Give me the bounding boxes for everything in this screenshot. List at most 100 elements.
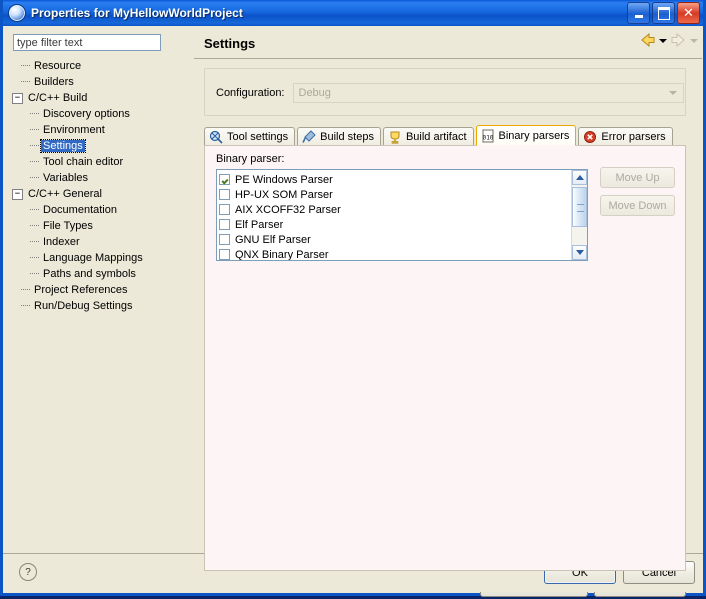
parser-label: GNU Elf Parser	[235, 234, 311, 246]
tree-item-settings[interactable]: Settings	[12, 138, 188, 154]
tab-error-parsers[interactable]: Error parsers	[578, 127, 672, 146]
parser-checkbox[interactable]	[219, 174, 230, 185]
restore-button[interactable]	[652, 2, 675, 24]
parser-list-item[interactable]: GNU Elf Parser	[219, 232, 571, 247]
help-icon[interactable]: ?	[19, 563, 37, 581]
tree-item-tool-chain-editor[interactable]: Tool chain editor	[12, 154, 188, 170]
minimize-button[interactable]	[627, 2, 650, 24]
parser-label: QNX Binary Parser	[235, 249, 329, 261]
tree-branch-line	[21, 289, 30, 291]
tree-item-discovery-options[interactable]: Discovery options	[12, 106, 188, 122]
tab-label: Error parsers	[601, 131, 665, 143]
scroll-up-button[interactable]	[572, 170, 587, 185]
tree-branch-line	[30, 209, 39, 211]
tree-branch-line	[30, 145, 39, 147]
parser-checkbox[interactable]	[219, 189, 230, 200]
tab-label: Tool settings	[227, 131, 288, 143]
tree-item-label: Run/Debug Settings	[32, 300, 134, 312]
configuration-group: Configuration: Debug	[204, 68, 686, 116]
move-buttons: Move Up Move Down	[600, 167, 675, 223]
tree-item-documentation[interactable]: Documentation	[12, 202, 188, 218]
close-icon: ✕	[683, 8, 694, 19]
tree-collapse-icon[interactable]: −	[12, 189, 23, 200]
tab-tool-settings[interactable]: Tool settings	[204, 127, 295, 146]
scroll-down-button[interactable]	[572, 245, 587, 260]
dialog-body: type filter text Resource Builders −C/C++ …	[3, 26, 703, 593]
back-arrow-icon[interactable]	[639, 32, 656, 48]
parser-label: Elf Parser	[235, 219, 283, 231]
filter-input[interactable]: type filter text	[13, 34, 161, 51]
scrollbar-thumb[interactable]	[572, 187, 587, 227]
page-title: Settings	[204, 36, 255, 51]
tree-item-project-references[interactable]: Project References	[12, 282, 188, 298]
tree-item-environment[interactable]: Environment	[12, 122, 188, 138]
back-history-caret-icon[interactable]	[659, 39, 667, 43]
forward-history-caret-icon	[690, 39, 698, 43]
scroll-down-icon	[576, 250, 584, 255]
tree-branch-line	[30, 273, 39, 275]
binary-parser-label: Binary parser:	[216, 153, 284, 165]
move-up-button[interactable]: Move Up	[600, 167, 675, 188]
build-artifact-icon	[388, 130, 402, 144]
tab-build-steps[interactable]: Build steps	[297, 127, 381, 146]
tree-item-builders[interactable]: Builders	[12, 74, 188, 90]
window-controls: ✕	[627, 2, 700, 24]
tree-branch-line	[30, 113, 39, 115]
binary-parsers-panel: Binary parser: PE Windows ParserHP-UX SO…	[204, 145, 686, 571]
tree-item-file-types[interactable]: File Types	[12, 218, 188, 234]
tree-item-run-debug-settings[interactable]: Run/Debug Settings	[12, 298, 188, 314]
tree-item-label: Builders	[32, 76, 76, 88]
tree-branch-line	[30, 257, 39, 259]
configuration-value: Debug	[299, 87, 331, 99]
parser-list-item[interactable]: HP-UX SOM Parser	[219, 187, 571, 202]
chevron-down-icon	[669, 91, 677, 95]
binary-parser-list[interactable]: PE Windows ParserHP-UX SOM Parser AIX XCO…	[216, 169, 588, 261]
tool-settings-icon	[209, 130, 223, 144]
tree-branch-line	[21, 81, 30, 83]
tree-item-label: Language Mappings	[41, 252, 145, 264]
tab-build-artifact[interactable]: Build artifact	[383, 127, 474, 146]
parser-list-item[interactable]: AIX XCOFF32 Parser	[219, 202, 571, 217]
restore-icon	[658, 7, 670, 20]
parser-checkbox[interactable]	[219, 249, 230, 260]
parser-checkbox[interactable]	[219, 204, 230, 215]
parser-list-item[interactable]: PE Windows Parser	[219, 172, 571, 187]
parser-checkbox[interactable]	[219, 234, 230, 245]
tree-item-label: Settings	[41, 140, 85, 152]
tab-label: Build steps	[320, 131, 374, 143]
tree-item-label: Paths and symbols	[41, 268, 138, 280]
tree-branch-line	[30, 225, 39, 227]
tree-item-label: Resource	[32, 60, 83, 72]
tree-branch-line	[21, 305, 30, 307]
tree-item-label: Tool chain editor	[41, 156, 125, 168]
parser-checkbox[interactable]	[219, 219, 230, 230]
tree-branch-line	[21, 65, 30, 67]
tree-item-label: Documentation	[41, 204, 119, 216]
settings-tree[interactable]: Resource Builders −C/C++ Build Discovery op…	[12, 58, 188, 320]
tree-collapse-icon[interactable]: −	[12, 93, 23, 104]
tree-item-language-mappings[interactable]: Language Mappings	[12, 250, 188, 266]
move-down-button[interactable]: Move Down	[600, 195, 675, 216]
configuration-dropdown-button[interactable]	[665, 84, 682, 102]
parser-label: AIX XCOFF32 Parser	[235, 204, 341, 216]
tree-item-resource[interactable]: Resource	[12, 58, 188, 74]
tree-item-variables[interactable]: Variables	[12, 170, 188, 186]
list-scrollbar[interactable]	[571, 170, 587, 260]
tree-branch-line	[30, 177, 39, 179]
tree-item-indexer[interactable]: Indexer	[12, 234, 188, 250]
page-content: Configuration: Debug Tool settings Build …	[194, 59, 702, 551]
close-button[interactable]: ✕	[677, 2, 700, 24]
pane-splitter[interactable]	[191, 26, 193, 553]
svg-text:010: 010	[482, 134, 493, 141]
tree-branch-line	[30, 161, 39, 163]
binary-parsers-icon: 010	[481, 129, 495, 143]
tree-item-label: Discovery options	[41, 108, 132, 120]
parser-list-item[interactable]: Elf Parser	[219, 217, 571, 232]
tree-item-paths-and-symbols[interactable]: Paths and symbols	[12, 266, 188, 282]
tree-item-c-c-build[interactable]: −C/C++ Build	[12, 90, 188, 106]
tab-binary-parsers[interactable]: 010Binary parsers	[476, 125, 577, 146]
tab-label: Build artifact	[406, 131, 467, 143]
parser-list-item[interactable]: QNX Binary Parser	[219, 247, 571, 261]
tree-item-c-c-general[interactable]: −C/C++ General	[12, 186, 188, 202]
configuration-select[interactable]: Debug	[293, 83, 684, 103]
